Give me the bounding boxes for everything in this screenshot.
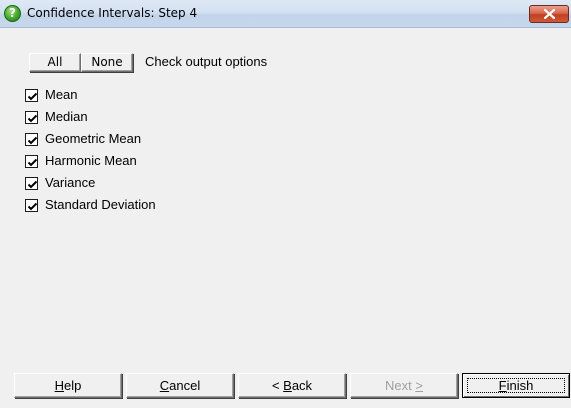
window-title: Confidence Intervals: Step 4 [27,6,198,20]
help-button[interactable]: Help [14,373,122,398]
close-icon [544,9,555,19]
finish-mnemonic: F [498,378,507,393]
checkmark-icon [27,180,38,189]
option-label: Standard Deviation [45,197,156,212]
checkmark-icon [27,202,38,211]
back-button[interactable]: < Back [238,373,346,398]
back-mnemonic: B [283,378,292,393]
checkbox[interactable] [25,89,38,102]
cancel-mnemonic: C [159,378,170,393]
back-prefix: < [271,378,284,393]
checkbox[interactable] [25,199,38,212]
back-label: ack [291,378,313,393]
instruction-label: Check output options [145,54,268,69]
select-none-button[interactable]: None [81,53,133,72]
finish-label: inish [506,378,534,393]
checkmark-icon [27,92,38,101]
option-label: Harmonic Mean [45,153,137,168]
option-label: Mean [45,87,78,102]
checkmark-icon [27,158,38,167]
next-mnemonic: > [415,378,423,393]
cancel-button[interactable]: Cancel [126,373,234,398]
next-button: Next > [350,373,458,398]
option-label: Median [45,109,88,124]
close-button[interactable] [529,5,569,23]
option-label: Variance [45,175,96,190]
checkbox[interactable] [25,111,38,124]
checkbox[interactable] [25,155,38,168]
dialog-window: ? Confidence Intervals: Step 4 All None … [0,0,571,408]
cancel-label: ancel [169,378,201,393]
checkmark-icon [27,136,38,145]
checkmark-icon [27,114,38,123]
finish-button[interactable]: Finish [462,373,570,398]
help-label: elp [64,378,82,393]
select-all-button[interactable]: All [29,53,81,72]
checkbox[interactable] [25,133,38,146]
option-label: Geometric Mean [45,131,142,146]
next-prefix: Next [385,378,416,393]
title-bar[interactable]: ? Confidence Intervals: Step 4 [0,0,571,28]
help-icon: ? [4,5,21,22]
checkbox[interactable] [25,177,38,190]
help-mnemonic: H [54,378,65,393]
